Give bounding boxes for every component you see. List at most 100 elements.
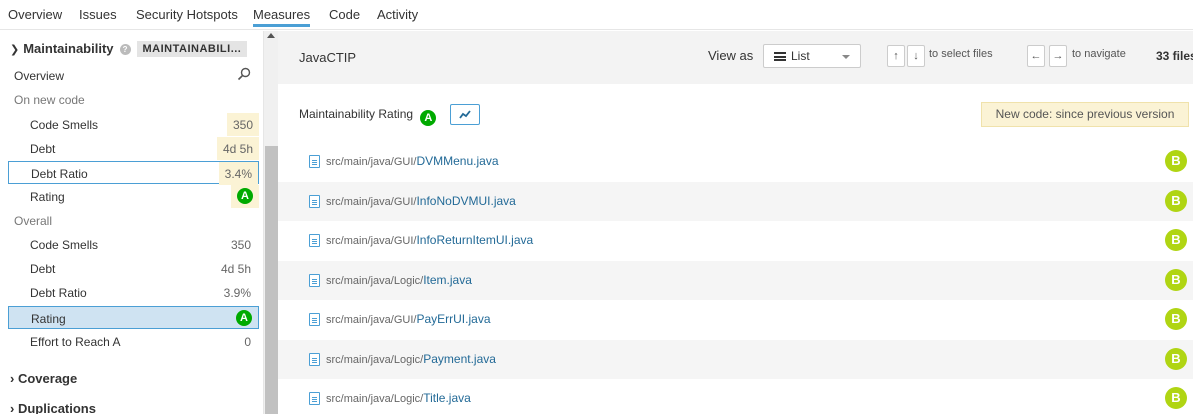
sidebar-group-duplications[interactable]: › Duplications <box>10 401 96 414</box>
key-left: ← <box>1027 45 1045 67</box>
main-toolbar: JavaCTIP View as List ↑ ↓ to select file… <box>278 31 1193 84</box>
measures-sidebar: ❯ Maintainability? MAINTAINABILI... Overvi… <box>0 31 263 414</box>
sidebar-item-label: Debt Ratio <box>31 167 88 181</box>
sidebar-group-label: Coverage <box>17 371 78 386</box>
file-row[interactable]: src/main/java/GUI/PayErrUI.java B <box>278 300 1193 339</box>
sidebar-item-rating[interactable]: Rating A <box>8 306 259 329</box>
sidebar-item-value: 0 <box>244 335 251 349</box>
sidebar-item-effort-to-reach-a[interactable]: Effort to Reach A 0 <box>8 330 259 353</box>
file-name: InfoReturnItemUI.java <box>416 233 534 247</box>
select-files-hint: to select files <box>929 48 993 60</box>
rating-a-badge: A <box>237 188 253 204</box>
project-breadcrumb[interactable]: JavaCTIP <box>299 50 356 65</box>
maintainability-header[interactable]: ❯ Maintainability? MAINTAINABILI... <box>10 41 248 57</box>
file-row[interactable]: src/main/java/Logic/Payment.java B <box>278 340 1193 379</box>
file-path-link[interactable]: src/main/java/GUI/InfoReturnItemUI.java <box>326 233 533 247</box>
sidebar-item-new-code-smells[interactable]: Code Smells 350 <box>8 113 259 136</box>
file-dir: src/main/java/GUI/ <box>326 156 417 168</box>
chevron-right-icon: › <box>10 401 15 414</box>
file-icon <box>309 392 320 405</box>
chevron-right-icon: › <box>10 371 15 386</box>
file-name: Item.java <box>423 273 472 287</box>
file-path-link[interactable]: src/main/java/Logic/Payment.java <box>326 352 496 366</box>
trend-chart-icon <box>459 110 471 119</box>
sidebar-item-value: 350 <box>226 113 259 136</box>
tab-code[interactable]: Code <box>329 7 360 22</box>
sidebar-item-new-debt-ratio[interactable]: Debt Ratio 3.4% <box>8 161 259 185</box>
scroll-up-arrow-icon[interactable] <box>267 33 275 38</box>
file-path-link[interactable]: src/main/java/GUI/DVMMenu.java <box>326 154 499 168</box>
sidebar-item-code-smells[interactable]: Code Smells 350 <box>8 233 259 256</box>
file-row[interactable]: src/main/java/GUI/DVMMenu.java B <box>278 142 1193 181</box>
sidebar-scrollbar[interactable] <box>263 31 278 414</box>
rating-b-badge: B <box>1165 348 1187 370</box>
sidebar-item-label: Debt <box>30 262 56 276</box>
sidebar-item-label: Overview <box>14 69 65 83</box>
sidebar-item-debt-ratio[interactable]: Debt Ratio 3.9% <box>8 281 259 304</box>
sidebar-item-value: 3.4% <box>218 162 258 185</box>
file-name: PayErrUI.java <box>416 312 491 326</box>
trend-button[interactable] <box>450 104 480 125</box>
view-as-select[interactable]: List <box>763 44 861 68</box>
file-dir: src/main/java/GUI/ <box>326 235 417 247</box>
rating-a-badge: A <box>236 310 252 326</box>
help-icon[interactable]: ? <box>119 44 131 55</box>
tab-security-hotspots[interactable]: Security Hotspots <box>136 7 238 22</box>
key-down: ↓ <box>907 45 925 67</box>
file-name: Payment.java <box>423 352 496 366</box>
file-row[interactable]: src/main/java/GUI/InfoReturnItemUI.java B <box>278 221 1193 260</box>
tab-activity[interactable]: Activity <box>377 7 418 22</box>
file-name: InfoNoDVMUI.java <box>416 194 516 208</box>
rating-b-badge: B <box>1165 308 1187 330</box>
rating-b-badge: B <box>1165 150 1187 172</box>
rating-b-badge: B <box>1165 190 1187 212</box>
maintainability-title: Maintainability <box>23 41 114 56</box>
file-name: Title.java <box>423 391 471 405</box>
file-dir: src/main/java/Logic/ <box>326 354 424 366</box>
file-path-link[interactable]: src/main/java/GUI/PayErrUI.java <box>326 312 491 326</box>
rating-b-badge: B <box>1165 229 1187 251</box>
file-path-link[interactable]: src/main/java/Logic/Item.java <box>326 273 472 287</box>
section-on-new-code: On new code <box>8 88 259 111</box>
file-row[interactable]: src/main/java/GUI/InfoNoDVMUI.java B <box>278 182 1193 221</box>
file-name: DVMMenu.java <box>416 154 499 168</box>
sidebar-item-label: Debt Ratio <box>30 286 87 300</box>
sidebar-item-value: 350 <box>230 238 251 252</box>
scrollbar-thumb[interactable] <box>265 146 278 414</box>
sidebar-item-value: 4d 5h <box>216 137 259 160</box>
rating-b-badge: B <box>1165 387 1187 409</box>
sidebar-item-label: Effort to Reach A <box>30 335 121 349</box>
sidebar-item-new-rating[interactable]: Rating A <box>8 185 259 208</box>
new-code-period-badge: New code: since previous version <box>981 102 1189 127</box>
key-up: ↑ <box>887 45 905 67</box>
sidebar-item-overview[interactable]: Overview <box>8 64 259 87</box>
section-label: Overall <box>14 214 53 228</box>
metric-title-label: Maintainability Rating <box>299 107 414 121</box>
tab-issues[interactable]: Issues <box>79 7 117 22</box>
tab-measures[interactable]: Measures <box>253 7 311 27</box>
sidebar-item-new-debt[interactable]: Debt 4d 5h <box>8 137 259 160</box>
file-dir: src/main/java/GUI/ <box>326 314 417 326</box>
sidebar-group-coverage[interactable]: › Coverage <box>10 371 77 386</box>
file-row[interactable]: src/main/java/Logic/Title.java B <box>278 379 1193 418</box>
file-icon <box>309 274 320 287</box>
sidebar-item-value: 3.9% <box>223 286 251 300</box>
tab-overview[interactable]: Overview <box>8 7 62 22</box>
file-row[interactable]: src/main/java/Logic/Item.java B <box>278 261 1193 300</box>
rating-a-badge: A <box>420 110 437 126</box>
file-dir: src/main/java/GUI/ <box>326 196 417 208</box>
file-path-link[interactable]: src/main/java/GUI/InfoNoDVMUI.java <box>326 194 516 208</box>
file-path-link[interactable]: src/main/java/Logic/Title.java <box>326 391 471 405</box>
section-label: On new code <box>14 93 85 107</box>
file-dir: src/main/java/Logic/ <box>326 393 424 405</box>
sidebar-item-debt[interactable]: Debt 4d 5h <box>8 257 259 280</box>
section-overall: Overall <box>8 209 259 232</box>
sidebar-item-label: Rating <box>30 190 65 204</box>
chevron-down-icon: ❯ <box>10 44 20 56</box>
maintainability-tag: MAINTAINABILI... <box>136 41 248 57</box>
search-icon <box>237 67 251 81</box>
list-icon <box>774 52 786 61</box>
file-icon <box>309 155 320 168</box>
sidebar-item-label: Debt <box>30 142 56 156</box>
view-as-selected: List <box>791 49 810 63</box>
